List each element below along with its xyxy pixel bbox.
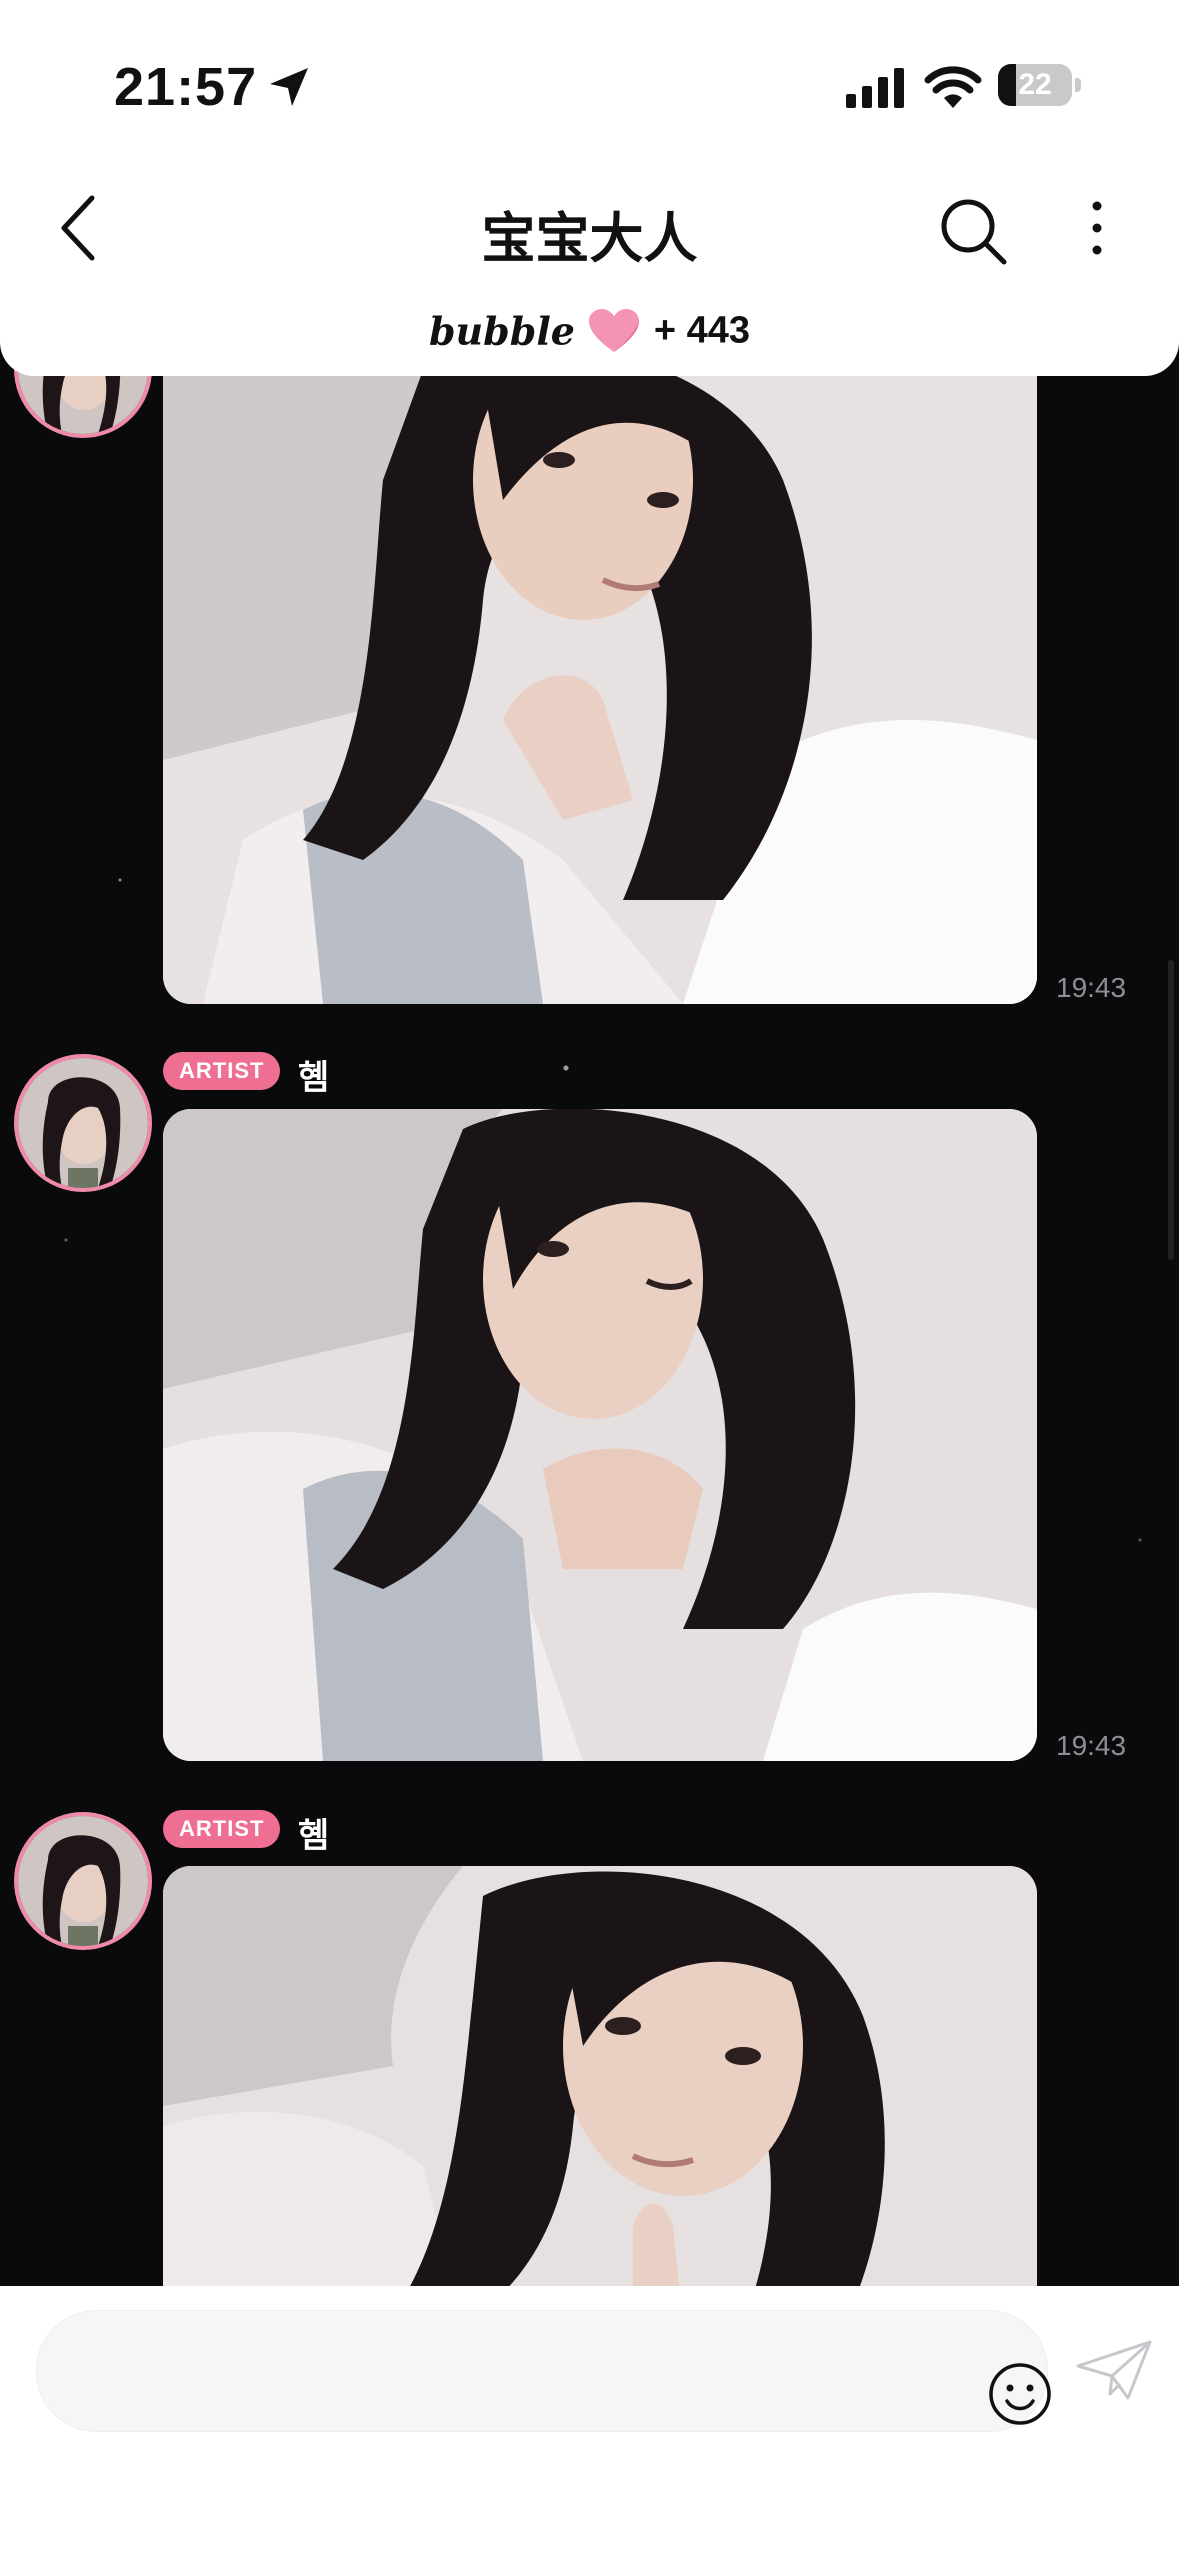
chat-screen: 19:43 ARTIST 혬 19:43 ARTIST 혬 21:57 22 宝… [0, 0, 1179, 2556]
artist-avatar[interactable] [14, 1054, 152, 1192]
bubble-label: bubble [428, 308, 575, 354]
photo-message[interactable] [163, 1109, 1037, 1761]
artist-avatar[interactable] [14, 1812, 152, 1950]
message-time: 19:43 [1056, 972, 1127, 1003]
wifi-icon [924, 66, 982, 108]
send-icon[interactable] [1074, 2338, 1154, 2402]
sender-name: 혬 [298, 1817, 330, 1855]
scrollbar[interactable] [1168, 960, 1174, 1260]
message-composer [0, 2286, 1179, 2556]
artist-badge: ARTIST [163, 1810, 281, 1848]
message-input-box[interactable] [36, 2310, 1051, 2433]
signal-icon [846, 68, 904, 108]
photo-message[interactable] [163, 1866, 1037, 2326]
battery-icon: 22 [998, 64, 1084, 108]
message-time: 19:43 [1056, 1730, 1127, 1761]
battery-level: 22 [1018, 68, 1052, 101]
back-chevron-icon[interactable] [52, 190, 108, 266]
artist-badge: ARTIST [163, 1052, 281, 1090]
bubble-count: + 443 [653, 309, 750, 352]
photo-message[interactable] [163, 340, 1037, 1004]
sender-name: 혬 [298, 1059, 330, 1097]
heart-icon [589, 309, 640, 352]
header: 21:57 22 宝宝大人 bubble + 443 [0, 0, 1179, 376]
more-vertical-icon[interactable] [1080, 196, 1114, 260]
emoji-icon[interactable] [987, 2361, 1053, 2427]
bubble-counter[interactable]: bubble + 443 [0, 308, 1179, 354]
location-arrow-icon [270, 68, 308, 106]
message-input[interactable] [77, 2311, 961, 2433]
search-icon[interactable] [938, 196, 1010, 268]
status-time: 21:57 [114, 57, 258, 117]
